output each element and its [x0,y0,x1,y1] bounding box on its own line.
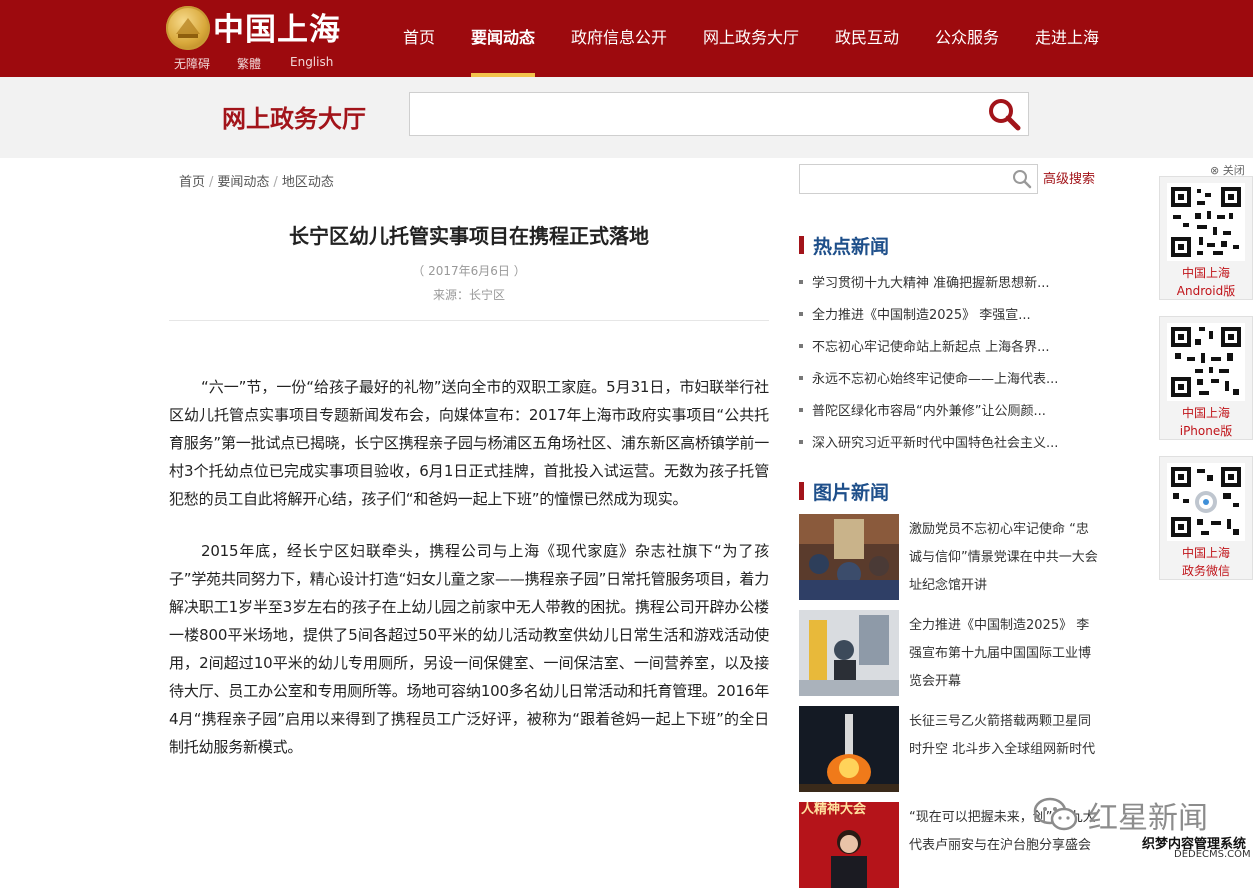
photo-news-title: 图片新闻 [813,482,890,504]
nav-gov-info[interactable]: 政府信息公开 [571,24,667,48]
traditional-chinese-link[interactable]: 繁體 [237,55,261,72]
bullet-icon [799,280,803,284]
photo-news-caption[interactable]: 长征三号乙火箭搭载两颗卫星同时升空 北斗步入全球组网新时代 [909,708,1099,764]
section-marker [799,482,804,500]
photo-thumbnail[interactable]: 人精神大会 [799,802,899,888]
qr-caption: 中国上海 iPhone版 [1179,406,1233,438]
article-paragraph: “六一”节，一份“给孩子最好的礼物”送向全市的双职工家庭。5月31日，市妇联举行… [169,378,769,508]
article-body: “六一”节，一份“给孩子最好的礼物”送向全市的双职工家庭。5月31日，市妇联举行… [169,373,769,785]
article-source: 来源：长宁区 [432,288,505,302]
qr-card-iphone[interactable]: 中国上海 iPhone版 [1159,316,1253,440]
photo-banner-text: 人精神大会 [801,802,867,817]
city-emblem-icon [166,6,210,50]
qr-code-icon [1167,183,1245,261]
nav-interaction[interactable]: 政民互动 [835,24,899,48]
photo-thumbnail[interactable] [799,610,899,696]
photo-news-item[interactable]: 激励党员不忘初心牢记使命 “忠诚与信仰”情景党课在中共一大会址纪念馆开讲 [799,514,1099,604]
article-date: （ 2017年6月6日 ） [412,264,526,278]
accessibility-link[interactable]: 无障碍 [174,55,210,72]
nav-about-shanghai[interactable]: 走进上海 [1035,24,1099,48]
photo-news-item[interactable]: 长征三号乙火箭搭载两颗卫星同时升空 北斗步入全球组网新时代 [799,706,1099,796]
qr-code-icon [1167,323,1245,401]
bullet-icon [799,344,803,348]
sidebar-search-input[interactable] [799,164,1038,194]
wechat-icon [1032,795,1080,835]
bullet-icon [799,312,803,316]
qr-card-android[interactable]: 中国上海 Android版 [1159,176,1253,300]
photo-thumbnail[interactable] [799,514,899,600]
bullet-icon [799,440,803,444]
top-header: 中国上海 无障碍 繁體 English 首页 要闻动态 政府信息公开 网上政务大… [0,0,1253,77]
qr-caption: 中国上海 政务微信 [1181,546,1230,578]
photo-news-item[interactable]: 全力推进《中国制造2025》 李强宣布第十九届中国国际工业博览会开幕 [799,610,1099,700]
service-hall-title[interactable]: 网上政务大厅 [222,99,366,134]
english-link[interactable]: English [290,55,333,69]
nav-online-services[interactable]: 网上政务大厅 [703,24,799,48]
hot-news-item[interactable]: 学习贯彻十九大精神 准确把握新思想新... [799,272,1089,304]
watermark-text: 红星新闻 [1088,801,1208,836]
watermark-footer-small: DEDECMS.COM [1174,849,1251,860]
article-title: 长宁区幼儿托管实事项目在携程正式落地 [289,224,649,248]
breadcrumb: 首页 / 要闻动态 / 地区动态 [179,171,334,190]
article-paragraph: 2015年底，经长宁区妇联牵头，携程公司与上海《现代家庭》杂志社旗下“为了孩子”… [169,542,769,756]
breadcrumb-home[interactable]: 首页 [179,175,205,190]
qr-caption: 中国上海 Android版 [1176,266,1236,298]
hot-news-title: 热点新闻 [813,236,890,258]
hot-news-list: 学习贯彻十九大精神 准确把握新思想新... 全力推进《中国制造2025》 李强宣… [799,272,1089,464]
breadcrumb-news[interactable]: 要闻动态 [217,175,269,190]
section-marker [799,236,804,254]
watermark: 红星新闻 织梦内容管理系统 DEDECMS.COM [1032,793,1253,868]
nav-home[interactable]: 首页 [403,24,435,48]
photo-news-caption[interactable]: 全力推进《中国制造2025》 李强宣布第十九届中国国际工业博览会开幕 [909,612,1099,696]
photo-news-caption[interactable]: 激励党员不忘初心牢记使命 “忠诚与信仰”情景党课在中共一大会址纪念馆开讲 [909,516,1099,600]
breadcrumb-separator: / [209,175,214,190]
service-search-input[interactable] [409,92,1029,136]
breadcrumb-separator: / [273,175,278,190]
hot-news-item[interactable]: 不忘初心牢记使命站上新起点 上海各界... [799,336,1089,368]
nav-public-services[interactable]: 公众服务 [935,24,999,48]
search-icon[interactable] [987,97,1021,131]
advanced-search-link[interactable]: 高级搜索 [1043,168,1095,187]
site-logo[interactable]: 中国上海 无障碍 繁體 English [166,4,356,74]
hot-news-item[interactable]: 永远不忘初心始终牢记使命——上海代表... [799,368,1089,400]
logo-title: 中国上海 [213,12,341,48]
qr-code-icon [1167,463,1245,541]
hot-news-item[interactable]: 全力推进《中国制造2025》 李强宣... [799,304,1089,336]
article-divider [169,320,769,321]
hot-news-item[interactable]: 普陀区绿化市容局“内外兼修”让公厕颜... [799,400,1089,432]
search-icon[interactable] [1011,168,1033,190]
hot-news-item[interactable]: 深入研究习近平新时代中国特色社会主义... [799,432,1089,464]
bullet-icon [799,376,803,380]
qr-card-wechat[interactable]: 中国上海 政务微信 [1159,456,1253,580]
photo-thumbnail[interactable] [799,706,899,792]
nav-news[interactable]: 要闻动态 [471,24,535,48]
bullet-icon [799,408,803,412]
breadcrumb-district[interactable]: 地区动态 [282,175,334,190]
